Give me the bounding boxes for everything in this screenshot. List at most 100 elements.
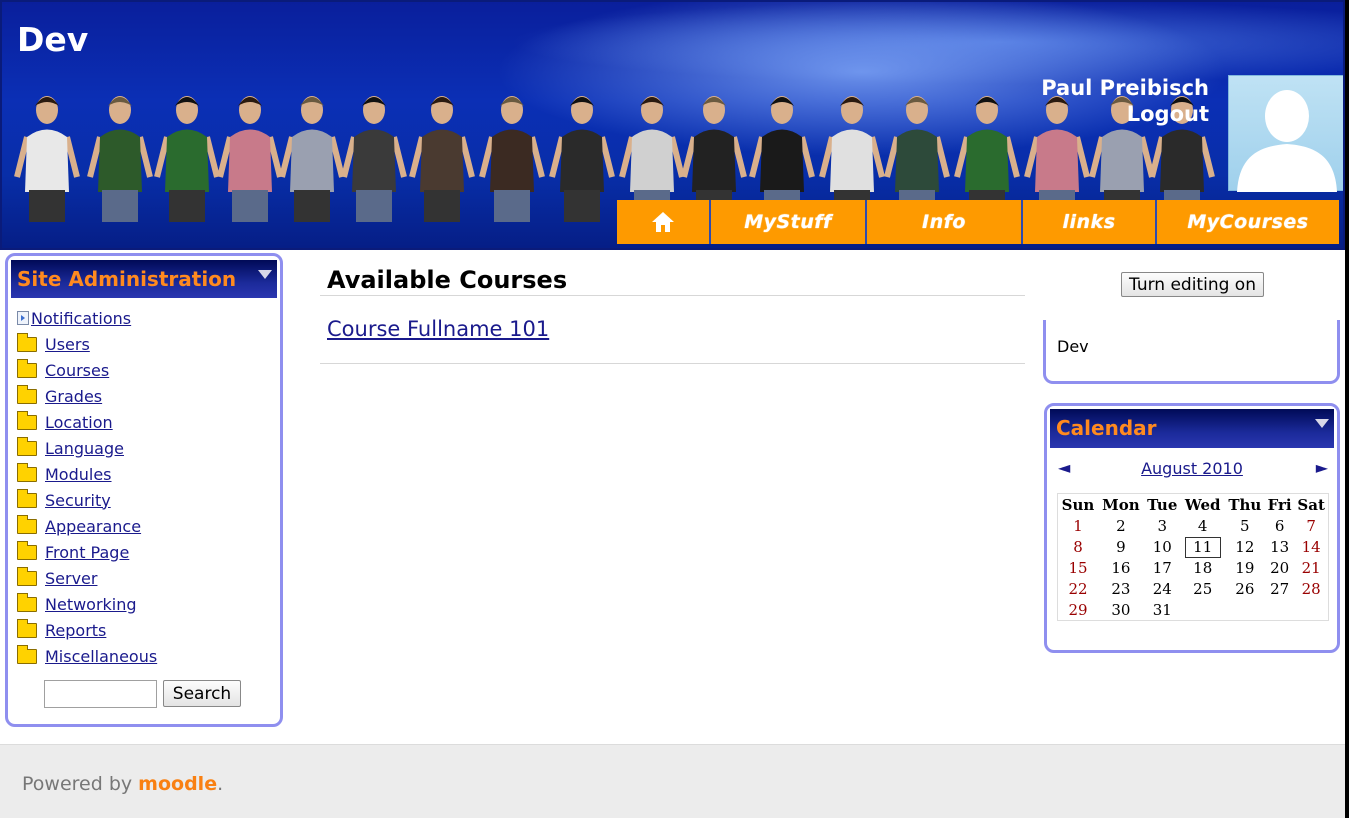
calendar-day: 6 [1274, 517, 1285, 535]
avatar-figure [217, 96, 283, 222]
avatar-figure [549, 96, 615, 222]
calendar-day: 24 [1152, 580, 1172, 598]
powered-by-text: Powered by [22, 773, 133, 795]
weekday-label: Wed [1184, 495, 1221, 514]
calendar-day: 4 [1197, 517, 1208, 535]
next-month-icon[interactable]: ► [1316, 458, 1328, 477]
admin-item: Networking [17, 591, 157, 617]
calendar-day: 19 [1235, 559, 1255, 577]
calendar-day: 31 [1152, 600, 1172, 619]
admin-item: Courses [17, 357, 157, 383]
calendar-week-row: 22 23 24 25 26 27 28 [1058, 579, 1329, 600]
calendar-day: 10 [1152, 538, 1172, 556]
admin-link[interactable]: Front Page [45, 543, 129, 562]
avatar-figure [87, 96, 153, 222]
calendar-day: 30 [1111, 600, 1131, 619]
avatar-figure [14, 96, 80, 222]
nav-home[interactable] [617, 200, 711, 244]
block-header: Calendar [1050, 409, 1334, 448]
block-header: Site Administration [11, 260, 277, 298]
weekday-label: Fri [1267, 495, 1292, 514]
dev-block: Dev [1043, 320, 1340, 384]
admin-search-input[interactable] [44, 680, 157, 708]
weekday-header-row: Sun Mon Tue Wed Thu Fri Sat [1058, 494, 1329, 516]
page-icon [17, 311, 29, 325]
admin-link[interactable]: Grades [45, 387, 102, 406]
nav-info[interactable]: Info [867, 200, 1023, 244]
calendar-week-row: 29 30 31 [1058, 600, 1329, 621]
calendar-grid: Sun Mon Tue Wed Thu Fri Sat 1 2 3 4 5 6 7 8 9 10 11 12 13 1… [1057, 493, 1329, 621]
block-title: Site Administration [17, 267, 237, 291]
admin-link[interactable]: Notifications [31, 309, 131, 328]
user-name: Paul Preibisch [1041, 76, 1209, 100]
moodle-logo[interactable]: moodle [138, 773, 217, 795]
site-administration-block: Site Administration Notifications Users Co… [5, 253, 283, 727]
site-title: Dev [17, 20, 89, 59]
moodle-logo-suffix: . [217, 773, 224, 795]
calendar-day: 23 [1111, 580, 1131, 598]
admin-item: Notifications [17, 305, 157, 331]
calendar-day: 12 [1235, 538, 1255, 556]
admin-item: Appearance [17, 513, 157, 539]
admin-item: Front Page [17, 539, 157, 565]
window-edge [1345, 0, 1349, 818]
admin-item: Security [17, 487, 157, 513]
calendar-empty-cell [1225, 600, 1265, 621]
calendar-navigation: ◄ August 2010 ► [1055, 458, 1329, 480]
admin-link[interactable]: Miscellaneous [45, 647, 157, 666]
calendar-day: 22 [1068, 580, 1088, 598]
course-link[interactable]: Course Fullname 101 [327, 317, 549, 341]
admin-link[interactable]: Security [45, 491, 111, 510]
nav-mycourses[interactable]: MyCourses [1157, 200, 1339, 244]
user-avatar[interactable] [1228, 75, 1343, 192]
calendar-day: 20 [1270, 559, 1290, 577]
weekday-label: Thu [1228, 495, 1262, 514]
admin-link[interactable]: Appearance [45, 517, 141, 536]
avatar-figure [409, 96, 475, 222]
page-footer: Powered by moodle. [0, 744, 1345, 818]
calendar-day: 5 [1240, 517, 1250, 535]
logout-link[interactable]: Logout [1127, 102, 1209, 126]
admin-link[interactable]: Courses [45, 361, 109, 380]
avatar-figure [479, 96, 545, 222]
folder-icon [17, 332, 37, 352]
admin-link[interactable]: Users [45, 335, 90, 354]
admin-link[interactable]: Server [45, 569, 97, 588]
calendar-day: 2 [1116, 517, 1126, 535]
dev-block-text: Dev [1057, 337, 1089, 356]
admin-link[interactable]: Modules [45, 465, 112, 484]
collapse-toggle-icon[interactable] [258, 270, 272, 279]
admin-search-button[interactable]: Search [163, 680, 241, 707]
block-title: Calendar [1056, 416, 1157, 440]
folder-icon [17, 514, 37, 534]
admin-item: Language [17, 435, 157, 461]
admin-link[interactable]: Reports [45, 621, 106, 640]
folder-icon [17, 410, 37, 430]
home-icon [652, 212, 674, 232]
turn-editing-on-button[interactable]: Turn editing on [1121, 272, 1264, 297]
nav-mystuff[interactable]: MyStuff [711, 200, 867, 244]
admin-tree: Notifications Users Courses Grades Location L… [17, 305, 157, 669]
site-header: Dev Paul Preibisch Logout MyStuff Info l… [0, 0, 1345, 250]
avatar-figure [154, 96, 220, 222]
nav-links[interactable]: links [1023, 200, 1157, 244]
avatar-figure [279, 96, 345, 222]
calendar-today: 11 [1181, 536, 1225, 558]
collapse-toggle-icon[interactable] [1315, 419, 1329, 428]
folder-icon [17, 540, 37, 560]
admin-link[interactable]: Location [45, 413, 113, 432]
weekday-label: Mon [1102, 495, 1140, 514]
powered-by: Powered by moodle. [22, 773, 223, 795]
calendar-week-row: 15 16 17 18 19 20 21 [1058, 558, 1329, 579]
calendar-month-link[interactable]: August 2010 [1141, 459, 1243, 478]
weekday-label: Sun [1061, 495, 1095, 514]
admin-link[interactable]: Language [45, 439, 124, 458]
calendar-empty-cell [1181, 600, 1225, 621]
admin-link[interactable]: Networking [45, 595, 137, 614]
calendar-week-row: 1 2 3 4 5 6 7 [1058, 516, 1329, 537]
calendar-day: 27 [1270, 580, 1290, 598]
calendar-day: 14 [1301, 538, 1321, 556]
available-courses-heading: Available Courses [327, 266, 568, 294]
calendar-empty-cell [1294, 600, 1328, 621]
calendar-day: 1 [1073, 517, 1083, 535]
